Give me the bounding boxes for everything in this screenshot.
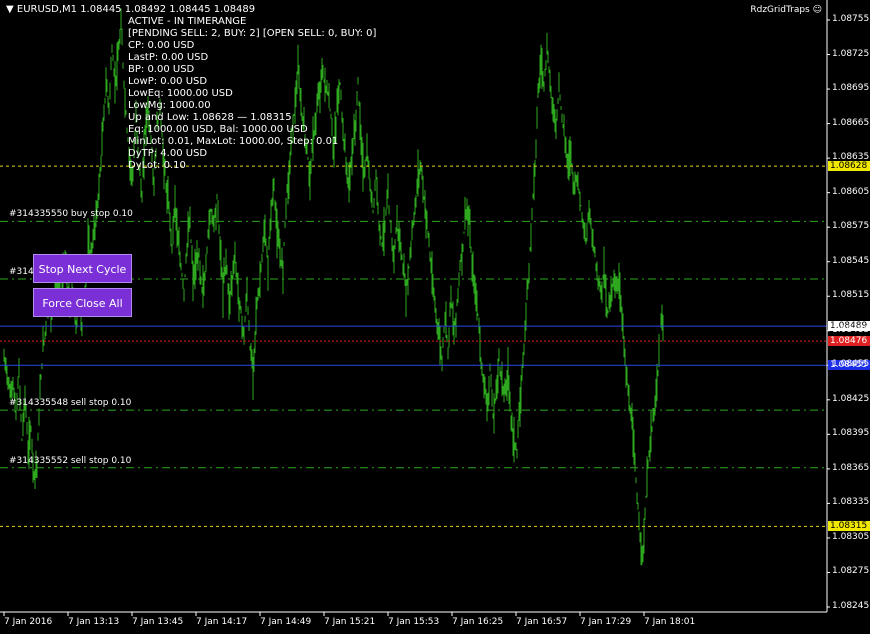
status-line: CP: 0.00 USD (128, 40, 195, 51)
expert-advisor-badge[interactable]: RdzGridTraps ☺ (750, 5, 822, 15)
y-tick-label: 1.08245 (832, 601, 870, 611)
smiley-icon: ☺ (812, 5, 822, 15)
status-line: Up and Low: 1.08628 — 1.08315 (128, 112, 292, 123)
candle-series (3, 8, 664, 566)
y-tick-label: 1.08335 (832, 497, 870, 508)
y-tick-label: 1.08485 (832, 324, 870, 335)
y-tick-label: 1.08365 (832, 462, 870, 473)
upper-range-price-label: 1.08628 (828, 161, 870, 172)
status-line: ACTIVE - IN TIMERANGE (128, 16, 247, 27)
x-tick-label: 7 Jan 2016 (4, 617, 53, 627)
order-label: #314335552 sell stop 0.10 (9, 455, 132, 466)
y-tick-label: 1.08395 (832, 428, 870, 439)
x-tick-label: 7 Jan 14:17 (196, 617, 248, 627)
x-axis-ticks (3, 612, 645, 616)
status-line: MinLot: 0.01, MaxLot: 1000.00, Step: 0.0… (128, 136, 339, 147)
chart-menu-triangle-icon[interactable]: ▼ (6, 4, 14, 15)
y-tick-label: 1.08665 (832, 117, 870, 128)
y-tick-label: 1.08695 (832, 83, 870, 94)
status-line: LowMg: 1000.00 (128, 100, 211, 111)
status-line: Eq: 1000.00 USD, Bal: 1000.00 USD (128, 124, 308, 135)
status-line: LowP: 0.00 USD (128, 76, 208, 87)
status-line: DyTP: 4.00 USD (128, 148, 208, 159)
x-tick-label: 7 Jan 16:57 (516, 617, 568, 627)
status-line: BP: 0.00 USD (128, 64, 195, 75)
x-tick-label: 7 Jan 15:21 (324, 617, 376, 627)
symbol-line: EURUSD,M1 1.08445 1.08492 1.08445 1.0848… (16, 4, 256, 15)
status-line: [PENDING SELL: 2, BUY: 2] [OPEN SELL: 0,… (128, 28, 377, 39)
x-tick-label: 7 Jan 17:29 (580, 617, 632, 627)
x-tick-label: 7 Jan 18:01 (644, 617, 696, 627)
force-close-all-button[interactable]: Force Close All (33, 288, 132, 317)
x-tick-label: 7 Jan 13:45 (132, 617, 184, 627)
chart-window[interactable]: ▼ EURUSD,M1 1.08445 1.08492 1.08445 1.08… (0, 0, 870, 634)
x-tick-label: 7 Jan 15:53 (388, 617, 440, 627)
y-tick-label: 1.08755 (832, 14, 870, 24)
order-label: #314335548 sell stop 0.10 (9, 398, 132, 409)
stop-next-cycle-button[interactable]: Stop Next Cycle (33, 254, 132, 283)
y-tick-label: 1.08575 (832, 221, 870, 232)
lower-range-price-label: 1.08315 (828, 521, 870, 532)
y-tick-label: 1.08455 (832, 359, 870, 370)
x-tick-label: 7 Jan 16:25 (452, 617, 504, 627)
y-tick-label: 1.08305 (832, 531, 870, 542)
y-tick-label: 1.08515 (832, 290, 870, 301)
status-line: LastP: 0.00 USD (128, 52, 209, 63)
y-tick-label: 1.08605 (832, 186, 870, 197)
y-tick-label: 1.08545 (832, 255, 870, 266)
symbol-info: ▼ EURUSD,M1 1.08445 1.08492 1.08445 1.08… (6, 4, 255, 15)
y-tick-label: 1.08725 (832, 48, 870, 59)
ea-name: RdzGridTraps (750, 5, 810, 15)
x-tick-label: 7 Jan 14:49 (260, 617, 312, 627)
order-label: #314335550 buy stop 0.10 (9, 209, 133, 220)
x-tick-label: 7 Jan 13:13 (68, 617, 120, 627)
stop-price-label: 1.08476 (828, 336, 870, 347)
status-line: LowEq: 1000.00 USD (128, 88, 233, 99)
y-tick-label: 1.08275 (832, 566, 870, 577)
status-line: DyLot: 0.10 (128, 160, 186, 171)
y-tick-label: 1.08425 (832, 393, 870, 404)
y-tick-label: 1.08635 (832, 152, 870, 163)
